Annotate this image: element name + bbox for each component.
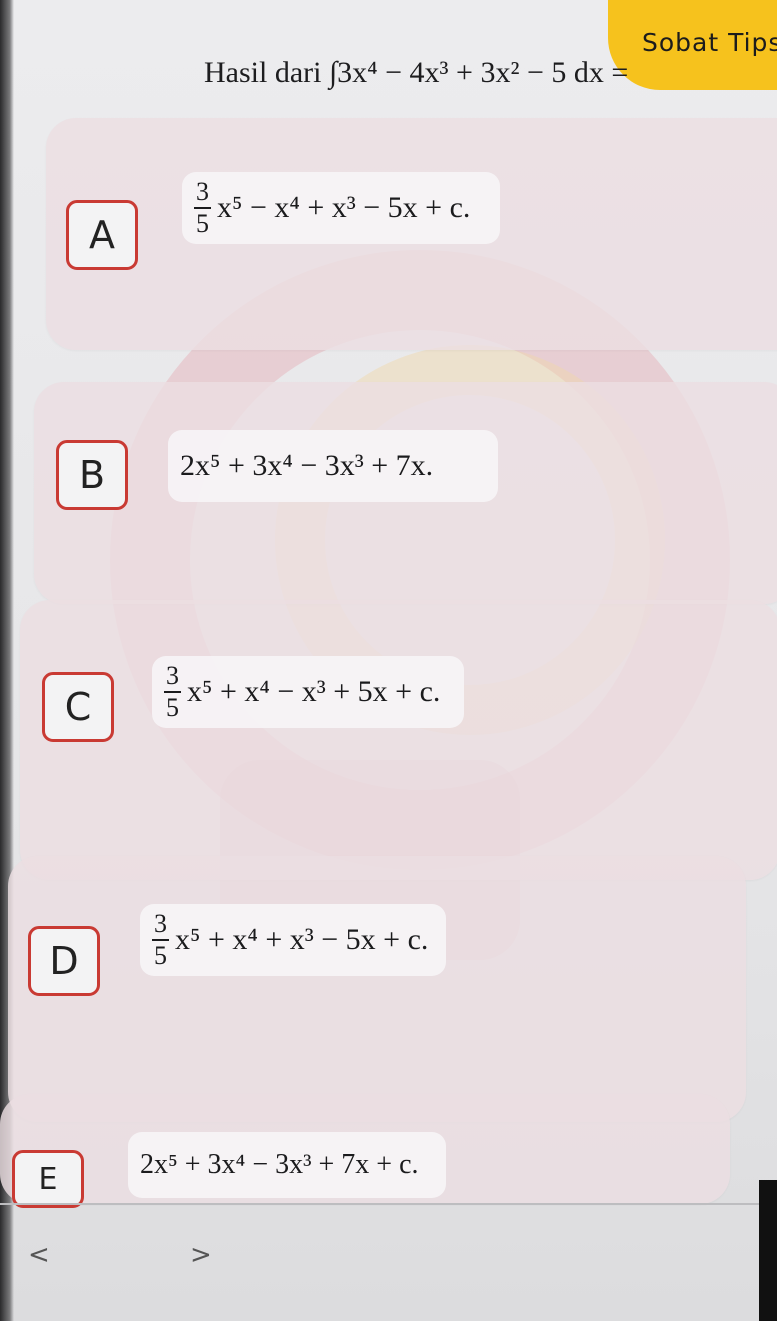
question-text: Hasil dari ∫3x⁴ − 4x³ + 3x² − 5 dx =	[204, 56, 629, 89]
option-b-answer[interactable]: 2x⁵ + 3x⁴ − 3x³ + 7x.	[168, 430, 498, 502]
badge-label: Sobat Tips	[642, 27, 777, 57]
fraction-numerator: 3	[194, 179, 211, 209]
option-a-answer[interactable]: 3 5 x⁵ − x⁴ + x³ − 5x + c.	[182, 172, 500, 244]
screen: Sobat Tips Hasil dari ∫3x⁴ − 4x³ + 3x² −…	[0, 0, 777, 1321]
option-d-answer[interactable]: 3 5 x⁵ + x⁴ + x³ − 5x + c.	[140, 904, 446, 976]
fraction-denominator: 5	[154, 941, 167, 970]
option-d-fraction: 3 5	[152, 911, 169, 969]
fraction-numerator: 3	[164, 663, 181, 693]
device-bezel-corner	[759, 1180, 777, 1321]
option-a-expression: x⁵ − x⁴ + x³ − 5x + c.	[217, 191, 471, 224]
option-c-answer[interactable]: 3 5 x⁵ + x⁴ − x³ + 5x + c.	[152, 656, 464, 728]
option-a-fraction: 3 5	[194, 179, 211, 237]
option-d-expression-rest: x⁵ + x⁴ + x³ − 5x + c.	[175, 923, 429, 956]
fraction-denominator: 5	[166, 693, 179, 722]
next-button[interactable]: >	[190, 1240, 212, 1270]
prev-button[interactable]: <	[28, 1240, 50, 1270]
option-c-letter[interactable]: C	[42, 672, 114, 742]
option-c-card[interactable]	[20, 600, 777, 880]
fraction-denominator: 5	[196, 209, 209, 238]
option-e-letter[interactable]: E	[12, 1150, 84, 1208]
option-c-expression: x⁵ + x⁴ − x³ + 5x + c.	[187, 675, 441, 708]
option-a-letter[interactable]: A	[66, 200, 138, 270]
option-c-fraction: 3 5	[164, 663, 181, 721]
fraction-numerator: 3	[152, 911, 169, 941]
option-b-expression: 2x⁵ + 3x⁴ − 3x³ + 7x.	[180, 449, 434, 482]
option-e-expression: 2x⁵ + 3x⁴ − 3x³ + 7x + c.	[140, 1149, 419, 1180]
option-e-answer[interactable]: 2x⁵ + 3x⁴ − 3x³ + 7x + c.	[128, 1132, 446, 1198]
option-d-letter[interactable]: D	[28, 926, 100, 996]
option-b-letter[interactable]: B	[56, 440, 128, 510]
option-d-card[interactable]	[8, 856, 746, 1122]
bottom-divider	[0, 1203, 777, 1205]
